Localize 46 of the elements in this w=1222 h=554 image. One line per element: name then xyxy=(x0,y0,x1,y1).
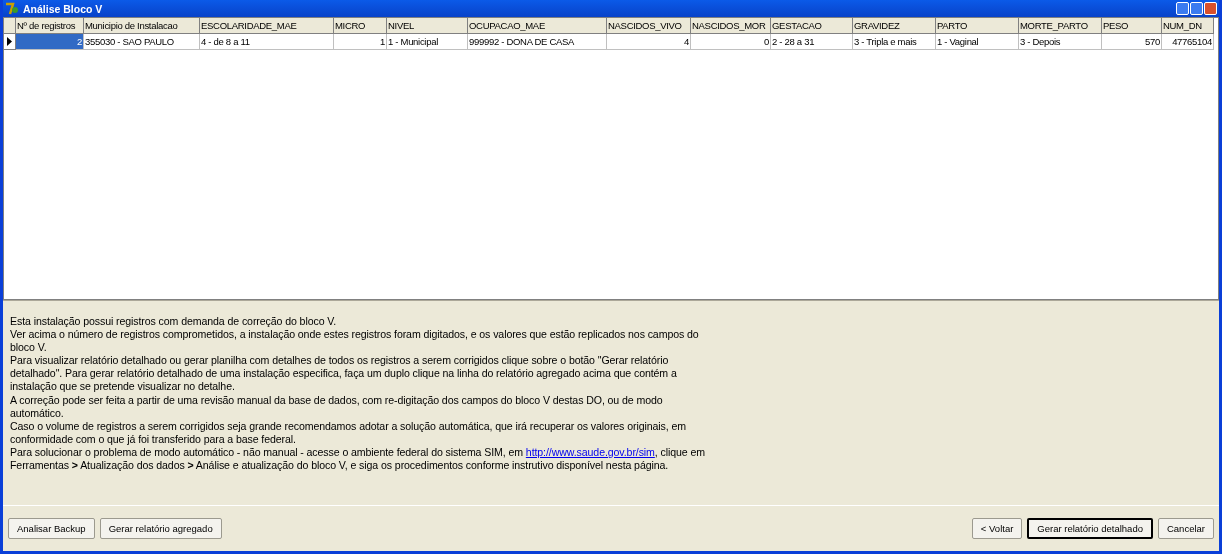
table-cell[interactable]: 0 xyxy=(691,34,771,50)
column-header[interactable]: ESCOLARIDADE_MAE xyxy=(200,18,334,34)
action-button[interactable]: Gerar relatório detalhado xyxy=(1027,518,1153,539)
action-button[interactable]: Gerar relatório agregado xyxy=(99,518,222,539)
minimize-button[interactable] xyxy=(1176,2,1189,15)
column-header[interactable]: GESTACAO xyxy=(771,18,853,34)
table-cell[interactable]: 4 xyxy=(607,34,691,50)
action-button[interactable]: Cancelar xyxy=(1157,518,1214,539)
column-header[interactable]: PESO xyxy=(1102,18,1162,34)
column-header[interactable]: NASCIDOS_MOR xyxy=(691,18,771,34)
close-button[interactable] xyxy=(1204,2,1217,15)
table-cell[interactable]: 4 - de 8 a 11 xyxy=(200,34,334,50)
action-button[interactable]: Analisar Backup xyxy=(8,518,95,539)
table-cell[interactable]: 570 xyxy=(1102,34,1162,50)
table-cell[interactable]: 1 - Vaginal xyxy=(936,34,1019,50)
table-cell[interactable]: 3 - Depois xyxy=(1019,34,1102,50)
table-cell[interactable]: 2 - 28 a 31 xyxy=(771,34,853,50)
column-header[interactable]: Nº de registros xyxy=(16,18,84,34)
column-header[interactable]: NUM_DN xyxy=(1162,18,1214,34)
column-header[interactable]: PARTO xyxy=(936,18,1019,34)
window-title: Análise Bloco V xyxy=(23,2,103,15)
column-header[interactable]: GRAVIDEZ xyxy=(853,18,936,34)
table-cell[interactable]: 1 xyxy=(334,34,387,50)
sim-link[interactable]: http://www.saude.gov.br/sim xyxy=(525,445,655,458)
app-logo-icon xyxy=(5,1,19,16)
column-header[interactable]: NIVEL xyxy=(387,18,468,34)
table-cell[interactable]: 3 - Tripla e mais xyxy=(853,34,936,50)
maximize-button[interactable] xyxy=(1190,2,1203,15)
table-cell[interactable]: 999992 - DONA DE CASA xyxy=(468,34,607,50)
info-paragraph: A correção pode ser feita a partir de uma revisão manual da base de dados, com re-digitação dos campos do bloco V destas DO, ou de modo automático. xyxy=(10,393,664,420)
table-cell[interactable]: 355030 - SAO PAULO xyxy=(84,34,200,50)
table-cell[interactable]: 47765104 xyxy=(1162,34,1214,50)
action-button[interactable]: < Voltar xyxy=(971,518,1023,539)
column-header[interactable]: Municipio de Instalacao xyxy=(84,18,200,34)
info-paragraph: Esta instalação possui registros com demanda de correção do bloco V. xyxy=(10,315,338,329)
table-cell[interactable]: 1 - Municipal xyxy=(387,34,468,50)
column-header[interactable]: MORTE_PARTO xyxy=(1019,18,1102,34)
info-paragraph: Para solucionar o problema de modo automático - não manual - acesse o ambiente federal do sistema SIM, em http://www.saude.gov.br/sim, clique em Ferramentas > Atualização dos dados > Análise e atualização do bloco V, e siga os procedimentos conforme instrutivo disponível nesta página. xyxy=(10,445,706,473)
info-paragraph: Ver acima o número de registros comprometidos, a instalação onde estes registros foram digitados, e os valores que estão replicados nos campos do bloco V. xyxy=(10,328,700,355)
current-row-icon xyxy=(7,37,12,46)
table-cell[interactable]: 2 xyxy=(16,34,84,50)
column-header[interactable]: NASCIDOS_VIVO xyxy=(607,18,691,34)
info-paragraph: Caso o volume de registros a serem corrigidos seja grande recomendamos adotar a solução automática, que irá recuperar os valores originais, em conformidade com o que já foi transferido para a base federal. xyxy=(10,419,687,446)
info-paragraph: Para visualizar relatório detalhado ou gerar planilha com detalhes de todos os registros a serem corrigidos clique sobre o botão "Gerar relatório detalhado". Para gerar relatório detalhado de uma instalação especifica, faça um duplo clique na linha do relatório agregado acima que contém a instalação que se pretende visualizar no detalhe. xyxy=(10,354,678,394)
column-header[interactable]: OCUPACAO_MAE xyxy=(468,18,607,34)
column-header[interactable]: MICRO xyxy=(334,18,387,34)
